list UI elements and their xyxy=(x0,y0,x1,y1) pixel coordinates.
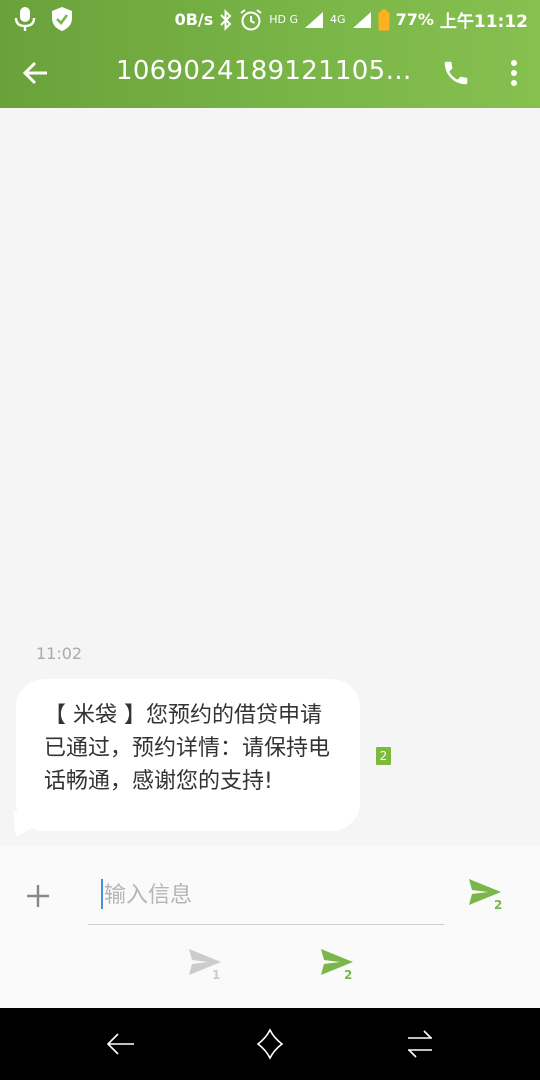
send-button[interactable]: 2 xyxy=(466,876,510,916)
navigation-bar xyxy=(0,1008,540,1080)
send-sim1-button[interactable]: 1 xyxy=(186,946,230,986)
send-sim-label: 2 xyxy=(494,898,503,912)
status-right: 0B/s HD G 4G 77% 上午11:12 xyxy=(175,7,528,32)
message-timestamp: 11:02 xyxy=(36,644,83,663)
battery-icon xyxy=(378,9,390,30)
call-button[interactable] xyxy=(436,53,476,93)
header: 0B/s HD G 4G 77% 上午11:12 106902418912110… xyxy=(0,0,540,108)
nav-home-icon[interactable] xyxy=(254,1028,286,1060)
alarm-clock-icon xyxy=(240,8,262,30)
status-bar: 0B/s HD G 4G 77% 上午11:12 xyxy=(0,0,540,38)
plus-icon xyxy=(27,885,49,907)
send-sim2-button[interactable]: 2 xyxy=(318,946,362,986)
nav-switch-icon[interactable] xyxy=(404,1028,436,1060)
back-arrow-icon xyxy=(22,61,47,85)
signal-icon xyxy=(305,11,324,28)
conversation-list[interactable]: 11:02 【 米袋 】您预约的借贷申请已通过，预约详情：请保持电话畅通，感谢您… xyxy=(0,108,540,846)
shield-check-icon xyxy=(52,7,72,31)
bluetooth-icon xyxy=(220,8,232,31)
message-input-wrapper xyxy=(88,870,444,925)
more-options-button[interactable] xyxy=(496,53,532,93)
message-bubble[interactable]: 【 米袋 】您预约的借贷申请已通过，预约详情：请保持电话畅通，感谢您的支持! xyxy=(16,679,360,831)
conversation-title: 10690241891211050… xyxy=(116,56,426,86)
network-speed: 0B/s xyxy=(174,10,214,29)
back-button[interactable] xyxy=(16,53,56,93)
more-vert-icon xyxy=(511,60,517,86)
app-bar: 10690241891211050… xyxy=(0,38,540,108)
sim-badge: 2 xyxy=(376,747,391,765)
network-type-1: HD G xyxy=(269,13,299,26)
network-type-2: 4G xyxy=(330,13,346,26)
status-left xyxy=(14,6,74,32)
messaging-screen: 0B/s HD G 4G 77% 上午11:12 106902418912110… xyxy=(0,0,540,1080)
message-text: 【 米袋 】您预约的借贷申请已通过，预约详情：请保持电话畅通，感谢您的支持! xyxy=(44,703,331,794)
signal-icon-2 xyxy=(352,11,371,28)
battery-level: 77% xyxy=(395,10,434,29)
add-attachment-button[interactable] xyxy=(22,880,54,912)
message-input[interactable] xyxy=(102,876,436,914)
microphone-icon xyxy=(14,7,36,31)
compose-area: 2 1 2 xyxy=(0,846,540,1008)
sim2-label: 2 xyxy=(344,968,353,982)
nav-back-icon[interactable] xyxy=(104,1028,136,1060)
phone-icon xyxy=(444,61,468,85)
clock: 上午11:12 xyxy=(439,12,528,32)
sim1-label: 1 xyxy=(212,968,221,982)
